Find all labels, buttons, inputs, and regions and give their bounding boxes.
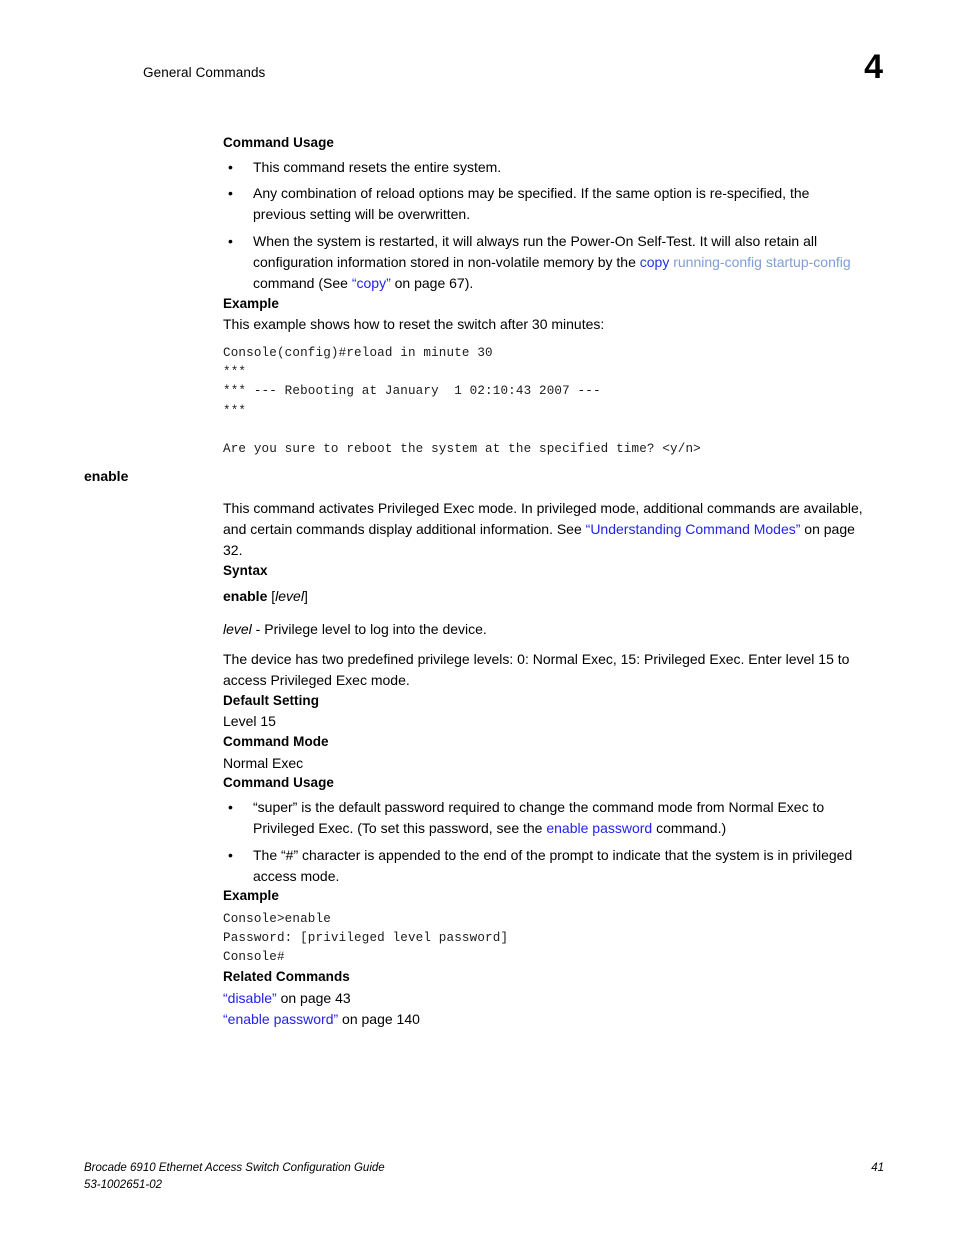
list-item: • “super” is the default password require… <box>223 797 863 839</box>
related-command-entry: “disable” on page 43 <box>223 988 863 1009</box>
list-item-text: This command resets the entire system. <box>253 158 502 175</box>
link-running-config-startup-config[interactable]: running-config startup-config <box>669 254 850 270</box>
example-intro-text: This example shows how to reset the swit… <box>223 316 605 333</box>
footer-page-number: 41 <box>871 1162 884 1174</box>
command-mode-value: Normal Exec <box>223 754 304 771</box>
parameter-name: level <box>223 620 252 637</box>
code-block-enable-example: Console>enable Password: [privileged lev… <box>223 911 509 965</box>
heading-command-mode: Command Mode <box>223 733 329 749</box>
list-item-text-suffix: command.) <box>652 819 727 836</box>
list-item: • The “#” character is appended to the e… <box>223 845 863 887</box>
syntax-command-name: enable <box>223 588 268 605</box>
related-command-entry: “enable password” on page 140 <box>223 1009 863 1030</box>
heading-example-enable: Example <box>223 888 279 904</box>
syntax-command-line: enable [level] <box>223 586 863 607</box>
link-enable-password-command[interactable]: enable password <box>546 820 652 836</box>
footer-doc-number: 53-1002651-02 <box>84 1178 163 1191</box>
list-item-text: “super” is the default password required… <box>253 798 825 836</box>
heading-command-usage-reload: Command Usage <box>223 135 334 150</box>
syntax-option-open: [ <box>267 588 276 605</box>
bullet-icon: • <box>228 158 233 175</box>
list-item: • When the system is restarted, it will a… <box>223 231 863 294</box>
running-head-title: General Commands <box>143 65 266 80</box>
list-item: • Any combination of reload options may … <box>223 183 863 225</box>
bullet-icon: • <box>228 185 233 202</box>
heading-related-commands: Related Commands <box>223 969 350 985</box>
related-page-reference: on page 140 <box>338 1010 420 1027</box>
list-item-text-middle: command (See <box>253 274 352 291</box>
bullet-icon: • <box>228 798 233 815</box>
heading-example-reload: Example <box>223 295 279 311</box>
link-disable[interactable]: “disable” <box>223 990 277 1006</box>
chapter-number: 4 <box>864 48 883 86</box>
content-column: Command Usage • This command resets the … <box>223 133 863 1030</box>
list-item-text: The “#” character is appended to the end… <box>253 846 853 884</box>
running-header: General Commands 4 <box>143 50 883 103</box>
link-copy-command[interactable]: copy <box>640 254 670 270</box>
footer-guide-title: Brocade 6910 Ethernet Access Switch Conf… <box>84 1162 385 1174</box>
marginal-command-title: enable <box>84 468 129 484</box>
syntax-parameter-note: The device has two predefined privilege … <box>223 650 850 688</box>
list-item: • This command resets the entire system. <box>223 157 863 178</box>
syntax-option-close: ] <box>303 588 308 605</box>
heading-default-setting: Default Setting <box>223 692 320 708</box>
document-page: General Commands 4 enable Command Usage … <box>0 0 954 1235</box>
parameter-description-text: - Privilege level to log into the device… <box>251 620 487 637</box>
link-enable-password[interactable]: “enable password” <box>223 1011 338 1027</box>
list-item-text: Any combination of reload options may be… <box>253 185 810 223</box>
page-footer: Brocade 6910 Ethernet Access Switch Conf… <box>84 1160 884 1193</box>
code-block-reload-example: Console(config)#reload in minute 30 *** … <box>223 346 701 456</box>
heading-command-usage-enable: Command Usage <box>223 775 334 791</box>
related-page-reference: on page 43 <box>276 989 351 1006</box>
syntax-option-parameter: level <box>275 588 304 605</box>
link-understanding-command-modes[interactable]: “Understanding Command Modes” <box>586 521 801 537</box>
syntax-parameter-description: level - Privilege level to log into the … <box>223 619 863 640</box>
bullet-icon: • <box>228 233 233 250</box>
link-copy-reference[interactable]: “copy” <box>352 275 391 291</box>
list-item-text-suffix: on page 67). <box>390 274 474 291</box>
bullet-icon: • <box>228 846 233 863</box>
heading-syntax: Syntax <box>223 562 268 578</box>
enable-command-usage-list: • “super” is the default password require… <box>223 797 863 886</box>
enable-intro-paragraph: This command activates Privileged Exec m… <box>223 498 863 561</box>
default-setting-value: Level 15 <box>223 713 276 730</box>
reload-command-usage-list: • This command resets the entire system.… <box>223 157 863 294</box>
